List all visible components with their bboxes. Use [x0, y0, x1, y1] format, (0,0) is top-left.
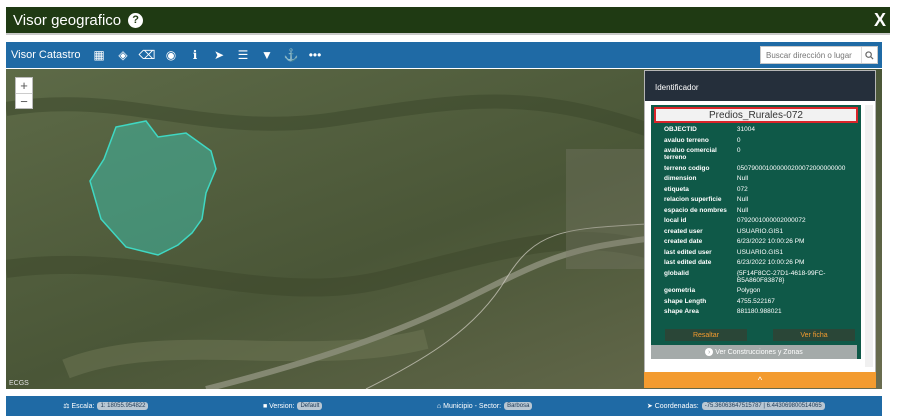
- attribute-row: local id 0792001000002000072: [664, 217, 806, 224]
- scale-icon: ⚖: [63, 403, 72, 410]
- attribute-row: avaluo terreno 0: [664, 136, 741, 144]
- coordinates-label: Coordenadas:: [654, 402, 699, 410]
- help-icon[interactable]: ?: [128, 12, 144, 28]
- coordinates-value: -75.36063647515787 | 6.443069800514065: [701, 402, 825, 410]
- window-titlebar: Visor geografico ? X: [6, 7, 890, 35]
- attribute-row: geometria Polygon: [664, 287, 761, 294]
- location-arrow-icon[interactable]: ➤: [207, 45, 231, 65]
- attribute-row: avaluo comercial terreno 0: [664, 147, 741, 161]
- main-toolbar: Visor Catastro ▦ ◈ ⌫ ◉ ℹ ➤ ☰ ▼ ⚓ •••: [6, 42, 882, 68]
- scale-label: Escala:: [71, 402, 95, 410]
- attribute-table: OBJECTID 31004 avaluo terreno 0 avaluo com…: [654, 126, 861, 315]
- search-input[interactable]: [761, 47, 861, 63]
- anchor-icon[interactable]: ⚓: [279, 45, 303, 65]
- attribute-row: shape Length 4755.522167: [664, 297, 775, 305]
- zoom-out-button[interactable]: −: [16, 93, 32, 109]
- filter-icon[interactable]: ▼: [255, 45, 279, 65]
- resaltar-button[interactable]: Resaltar: [665, 329, 747, 341]
- ver-ficha-button[interactable]: Ver ficha: [773, 329, 855, 341]
- more-icon[interactable]: •••: [303, 45, 327, 65]
- eraser-icon[interactable]: ⌫: [135, 45, 159, 65]
- attribute-row: last edited user USUARIO.GIS1: [664, 248, 784, 256]
- chevron-up-icon: ^: [757, 375, 763, 385]
- collapse-panel-button[interactable]: ^: [644, 372, 876, 388]
- attribute-row: created user USUARIO.GIS1: [664, 227, 784, 235]
- list-icon[interactable]: ☰: [231, 45, 255, 65]
- scale-indicator: ⚖ Escala: 1: 18055.954822: [63, 402, 149, 410]
- info-icon[interactable]: ℹ: [183, 45, 207, 65]
- app-name: Visor Catastro: [11, 49, 81, 61]
- attribute-row: dimension Null: [664, 175, 749, 182]
- municipio-label: Municipio - Sector:: [443, 402, 502, 410]
- status-bar: ⚖ Escala: 1: 18055.954822 ■ Version: Def…: [6, 396, 882, 416]
- location-arrow-icon: ➤: [646, 403, 655, 410]
- search-box: [760, 46, 878, 64]
- feature-actions: Resaltar Ver ficha: [665, 329, 855, 341]
- feature-title: Predios_Rurales-072: [654, 107, 858, 123]
- identify-panel: Identificador Predios_Rurales-072 OBJECT…: [644, 70, 876, 388]
- version-label: Version:: [269, 402, 295, 410]
- attribute-row: espacio de nombres Null: [664, 206, 749, 214]
- target-icon[interactable]: ◉: [159, 45, 183, 65]
- coordinates-indicator: ➤ Coordenadas: -75.36063647515787 | 6.44…: [647, 402, 825, 410]
- arrow-right-icon: ›: [705, 348, 714, 356]
- map-credit: ECGS: [9, 380, 29, 387]
- attribute-row: terreno codigo 05079000100000020007200000…: [664, 164, 846, 172]
- attribute-row: created date 6/23/2022 10:00:26 PM: [664, 238, 805, 245]
- attribute-row: last edited date 6/23/2022 10:00:26 PM: [664, 259, 805, 266]
- window-title: Visor geografico: [13, 11, 122, 29]
- zoom-in-button[interactable]: +: [16, 78, 32, 93]
- version-value: Default: [297, 402, 323, 410]
- scale-value: 1: 18055.954822: [97, 402, 149, 410]
- identify-result: Predios_Rurales-072 OBJECTID 31004 avaluo…: [651, 105, 861, 359]
- attribute-row: relacion superficie Null: [664, 196, 749, 203]
- attribute-row: etiqueta 072: [664, 185, 748, 193]
- zoom-control: + −: [15, 77, 33, 109]
- app-root: Visor geografico ? X Visor Catastro ▦ ◈ …: [0, 0, 900, 418]
- ver-construcciones-label: Ver Construcciones y Zonas: [715, 348, 803, 356]
- municipio-value: Barbosa: [504, 402, 533, 410]
- attribute-row: globalid {5F14F8CC-27D1-4618-99FC-B5A860F…: [664, 269, 826, 284]
- identify-panel-title: Identificador: [645, 71, 875, 101]
- search-icon[interactable]: [861, 47, 877, 63]
- version-indicator: ■ Version: Default: [263, 402, 323, 410]
- layers-icon[interactable]: ◈: [111, 45, 135, 65]
- ver-construcciones-button[interactable]: › Ver Construcciones y Zonas: [651, 345, 857, 359]
- table-icon[interactable]: ▦: [87, 45, 111, 65]
- attribute-row: shape Area 881180.988021: [664, 308, 782, 315]
- attribute-row: OBJECTID 31004: [664, 126, 755, 133]
- panel-scrollbar[interactable]: [865, 105, 873, 367]
- municipio-indicator: ⌂ Municipio - Sector: Barbosa: [437, 402, 533, 410]
- close-button[interactable]: X: [874, 10, 886, 31]
